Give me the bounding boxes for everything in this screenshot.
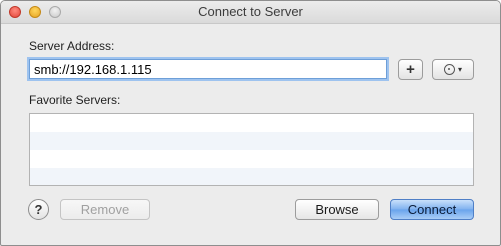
server-address-input[interactable]: [29, 59, 387, 79]
favorite-servers-list[interactable]: [29, 113, 474, 186]
connect-button[interactable]: Connect: [390, 199, 474, 220]
question-mark-icon: ?: [34, 202, 43, 217]
add-favorite-button[interactable]: +: [398, 59, 423, 80]
plus-icon: +: [406, 61, 415, 78]
connect-to-server-window: Connect to Server Server Address: + ▾ Fa…: [0, 0, 501, 246]
list-row-empty: [30, 114, 473, 132]
list-row-empty: [30, 168, 473, 185]
list-row-empty: [30, 132, 473, 150]
help-button[interactable]: ?: [28, 199, 49, 220]
favorite-servers-label: Favorite Servers:: [29, 93, 121, 107]
browse-button[interactable]: Browse: [295, 199, 379, 220]
title-bar[interactable]: Connect to Server: [1, 1, 500, 24]
chevron-down-icon: ▾: [457, 65, 462, 74]
list-row-empty: [30, 150, 473, 168]
remove-button[interactable]: Remove: [60, 199, 150, 220]
recent-servers-button[interactable]: ▾: [432, 59, 474, 80]
window-title: Connect to Server: [198, 4, 303, 19]
clock-icon: [443, 64, 455, 75]
server-address-label: Server Address:: [29, 39, 115, 53]
